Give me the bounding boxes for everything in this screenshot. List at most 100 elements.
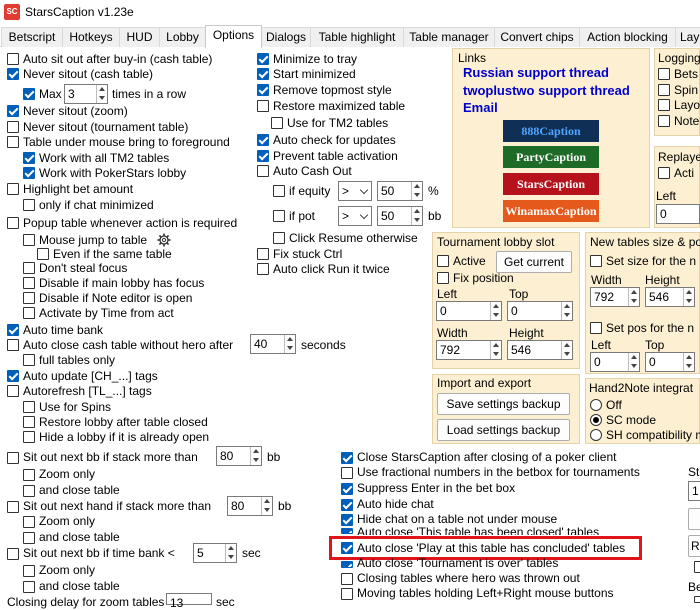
and-close-table-checkbox[interactable] (23, 485, 35, 497)
auto-time-bank-checkbox[interactable] (7, 324, 19, 336)
save-settings-backup-button[interactable]: Save settings backup (437, 393, 570, 415)
auto-close-cash-checkbox[interactable] (7, 339, 19, 351)
stepper-arrows[interactable] (561, 302, 572, 320)
prevent-activation-checkbox[interactable] (257, 150, 269, 162)
tab-hotkeys[interactable]: Hotkeys (62, 27, 120, 47)
highlight-bet-checkbox[interactable] (7, 183, 19, 195)
replayer-active-checkbox[interactable] (658, 167, 670, 179)
start-minimized-checkbox[interactable] (257, 68, 269, 80)
restore-lobby-checkbox[interactable] (23, 416, 35, 428)
stepper-arrows[interactable] (261, 497, 272, 515)
sit-out-bb-stepper[interactable]: 80 (216, 446, 262, 466)
equity-operator-select[interactable]: > (338, 181, 372, 201)
max-times-stepper[interactable]: 3 (64, 84, 108, 104)
disable-main-lobby-checkbox[interactable] (23, 277, 35, 289)
starscaption-logo[interactable]: StarsCaption (503, 173, 599, 195)
get-current-button[interactable]: Get current (496, 251, 572, 273)
only-chat-minimized-checkbox[interactable] (23, 199, 35, 211)
nt-width-stepper[interactable]: 792 (590, 287, 640, 307)
set-size-checkbox[interactable] (590, 255, 602, 267)
stepper-arrows[interactable] (490, 341, 501, 359)
full-tables-only-checkbox[interactable] (23, 354, 35, 366)
tab-hud[interactable]: HUD (119, 27, 160, 47)
stepper-arrows[interactable] (561, 341, 572, 359)
popup-table-checkbox[interactable] (7, 217, 19, 229)
log-spin-checkbox[interactable] (658, 84, 670, 96)
use-for-spins-checkbox[interactable] (23, 401, 35, 413)
auto-check-updates-checkbox[interactable] (257, 134, 269, 146)
hide-lobby-checkbox[interactable] (23, 431, 35, 443)
888caption-logo[interactable]: 888Caption (503, 120, 599, 142)
stepper-arrows[interactable] (628, 288, 639, 306)
right-edge-r-button[interactable]: R (688, 535, 700, 557)
stepper-arrows[interactable] (284, 335, 295, 353)
log-bets-checkbox[interactable] (658, 68, 670, 80)
restore-maximized-checkbox[interactable] (257, 100, 269, 112)
tab-lobby[interactable]: Lobby (159, 27, 206, 47)
autorefresh-checkbox[interactable] (7, 385, 19, 397)
right-edge-checkbox-2[interactable] (694, 596, 700, 603)
winamaxcaption-logo[interactable]: WinamaxCaption (503, 200, 599, 222)
click-resume-checkbox[interactable] (273, 232, 285, 244)
activate-by-time-checkbox[interactable] (23, 307, 35, 319)
never-sitout-cash-checkbox[interactable] (7, 68, 19, 80)
right-edge-stepper[interactable]: 1 (688, 481, 700, 501)
twoplustwo-support-link[interactable]: twoplustwo support thread (463, 83, 630, 98)
tl-active-checkbox[interactable] (437, 255, 449, 267)
table-under-mouse-checkbox[interactable] (7, 136, 19, 148)
sit-out-time-bank-checkbox[interactable] (7, 548, 19, 560)
minimize-tray-checkbox[interactable] (257, 53, 269, 65)
and-close-table-checkbox[interactable] (23, 532, 35, 544)
fix-stuck-ctrl-checkbox[interactable] (257, 248, 269, 260)
max-checkbox[interactable] (23, 88, 35, 100)
zoom-only-checkbox[interactable] (23, 516, 35, 528)
pot-operator-select[interactable]: > (338, 206, 372, 226)
nt-left-stepper[interactable]: 0 (590, 352, 640, 372)
h2n-off-radio[interactable] (590, 399, 602, 411)
work-tm2-checkbox[interactable] (23, 152, 35, 164)
log-note-checkbox[interactable] (658, 115, 670, 127)
auto-update-checkbox[interactable] (7, 370, 19, 382)
fractional-checkbox[interactable] (341, 467, 353, 479)
stepper-arrows[interactable] (411, 182, 422, 200)
tab-betscript[interactable]: Betscript (1, 27, 63, 47)
h2n-sc-mode-radio[interactable] (590, 414, 602, 426)
stepper-arrows[interactable] (250, 447, 261, 465)
auto-close-seconds-stepper[interactable]: 40 (250, 334, 296, 354)
never-sitout-tournament-checkbox[interactable] (7, 121, 19, 133)
even-same-table-checkbox[interactable] (37, 248, 49, 260)
load-settings-backup-button[interactable]: Load settings backup (437, 419, 570, 441)
stepper-arrows[interactable] (411, 207, 422, 225)
email-link[interactable]: Email (463, 100, 498, 115)
nt-top-stepper[interactable]: 0 (645, 352, 695, 372)
tab-options[interactable]: Options (205, 25, 262, 48)
nt-height-stepper[interactable]: 546 (645, 287, 695, 307)
time-bank-stepper[interactable]: 5 (193, 543, 237, 563)
gear-icon[interactable] (157, 233, 171, 247)
auto-click-run-checkbox[interactable] (257, 263, 269, 275)
dont-steal-focus-checkbox[interactable] (23, 262, 35, 274)
zoom-only-checkbox[interactable] (23, 565, 35, 577)
russian-support-link[interactable]: Russian support thread (463, 65, 609, 80)
disable-note-editor-checkbox[interactable] (23, 292, 35, 304)
tl-height-stepper[interactable]: 546 (507, 340, 573, 360)
stepper-arrows[interactable] (96, 85, 107, 103)
tab-table-manager[interactable]: Table manager (403, 27, 495, 47)
equity-stepper[interactable]: 50 (377, 181, 423, 201)
tab-table-highlight[interactable]: Table highlight (310, 27, 404, 47)
work-ps-lobby-checkbox[interactable] (23, 167, 35, 179)
stepper-arrows[interactable] (225, 544, 236, 562)
replayer-left-stepper[interactable]: 0 (656, 204, 700, 224)
stepper-arrows[interactable] (490, 302, 501, 320)
closing-thrown-out-checkbox[interactable] (341, 573, 353, 585)
auto-close-tournament-checkbox[interactable] (341, 561, 353, 568)
tl-left-stepper[interactable]: 0 (436, 301, 502, 321)
moving-tables-checkbox[interactable] (341, 588, 353, 600)
auto-hide-chat-checkbox[interactable] (341, 499, 353, 511)
fix-position-checkbox[interactable] (437, 272, 449, 284)
stepper-arrows[interactable] (683, 353, 694, 371)
h2n-sh-mode-radio[interactable] (590, 429, 602, 441)
closing-delay-stepper[interactable]: 13 (166, 593, 212, 610)
stepper-arrows[interactable] (683, 288, 694, 306)
remove-topmost-checkbox[interactable] (257, 84, 269, 96)
